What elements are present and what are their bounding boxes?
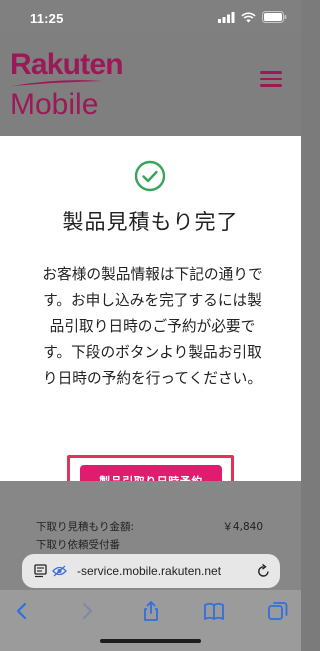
home-indicator	[100, 639, 201, 643]
url-text[interactable]: -service.mobile.rakuten.net	[77, 564, 221, 578]
status-icons	[218, 11, 287, 23]
back-icon[interactable]	[10, 599, 34, 623]
site-header: Rakuten Mobile	[0, 34, 301, 136]
trade-in-value: ￥4,840	[222, 521, 263, 533]
logo-rakuten[interactable]: Rakuten	[10, 48, 124, 82]
modal-title: 製品見積もり完了	[62, 210, 239, 234]
bookmarks-icon[interactable]	[202, 599, 226, 623]
privacy-eye-icon[interactable]	[52, 565, 67, 577]
forward-icon[interactable]	[75, 599, 99, 623]
status-time: 11:25	[30, 11, 64, 26]
tabs-icon[interactable]	[266, 599, 290, 623]
signal-icon	[218, 11, 235, 23]
message-line: 品引取り日時のご予約が必要で	[49, 318, 256, 335]
reload-icon[interactable]	[257, 564, 270, 578]
message-line: り日時の予約を行ってください。	[42, 370, 263, 387]
reader-icon[interactable]	[34, 564, 48, 578]
share-icon[interactable]	[139, 599, 163, 623]
modal-message: お客様の製品情報は下記の通りで す。お申し込みを完了するには製 品引取り日時のご…	[8, 262, 297, 392]
address-bar[interactable]: -service.mobile.rakuten.net	[22, 554, 280, 588]
trade-in-label: 下取り見積もり金額:	[36, 521, 135, 533]
status-bar: 11:25	[0, 0, 301, 34]
battery-icon	[262, 11, 287, 23]
message-line: お客様の製品情報は下記の通りで	[42, 266, 263, 283]
message-line: す。お申し込みを完了するには製	[43, 292, 262, 309]
wifi-icon	[241, 11, 256, 22]
logo-swoosh-icon	[12, 80, 102, 86]
check-circle-icon	[134, 160, 166, 192]
message-line: す。下段のボタンより製品お引取	[43, 344, 262, 361]
receipt-number-label: 下取り依頼受付番	[36, 539, 120, 551]
hamburger-menu-icon[interactable]	[258, 67, 284, 93]
completion-modal: 製品見積もり完了 お客様の製品情報は下記の通りで す。お申し込みを完了するには製…	[0, 136, 301, 481]
logo-mobile[interactable]: Mobile	[10, 88, 98, 122]
